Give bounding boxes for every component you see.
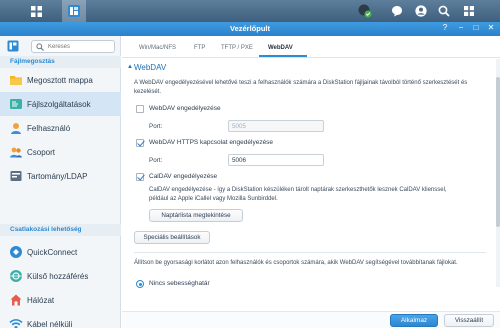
control-panel-window: Vezérlőpult ? − □ ✕ Fájlmegosztás [0,22,500,328]
tab-ftp[interactable]: FTP [194,45,205,51]
reset-button[interactable]: Visszaállít [444,314,494,327]
enable-webdav-label: WebDAV engedélyezése [149,105,221,112]
notifications-button[interactable] [389,3,405,19]
grid-icon [30,5,42,17]
enable-caldav-checkbox[interactable] [136,173,144,181]
apply-button[interactable]: Alkalmaz [390,314,438,327]
search-icon [438,5,450,17]
webdav-content: ▲ WebDAV A WebDAV engedélyezésével lehet… [122,59,496,288]
collapse-icon[interactable]: ▲ [127,64,133,70]
taskbar-control-panel-button[interactable] [62,0,86,22]
close-icon[interactable]: ✕ [486,23,496,32]
section-title: WebDAV [134,63,167,72]
enable-https-label: WebDAV HTTPS kapcsolat engedélyezése [149,139,274,146]
search-icon [36,43,44,51]
enable-caldav-label: CalDAV engedélyezése [149,173,218,180]
sidebar-item-label: Kábel nélküli [27,319,73,328]
sidebar-item-label: QuickConnect [27,247,78,257]
maximize-icon[interactable]: □ [471,23,481,32]
sidebar-item-shared-folder[interactable]: Megosztott mappa [0,68,121,92]
rate-limit-description: Állítson be gyorsasági korlátot azon fel… [134,260,458,266]
sidebar-item-user[interactable]: Felhasználó [0,116,121,140]
sidebar-item-quickconnect[interactable]: QuickConnect [0,240,121,264]
webdav-port-input[interactable]: 5005 [228,120,324,132]
window-titlebar[interactable]: Vezérlőpult ? − □ ✕ [0,22,500,36]
widgets-icon [464,6,474,16]
user-icon [415,5,427,17]
sidebar-item-network[interactable]: Hálózat [0,288,121,312]
sidebar-header [0,36,121,56]
section-divider [134,252,486,253]
search-input[interactable] [48,42,112,52]
window-title: Vezérlőpult [229,24,270,33]
help-icon[interactable]: ? [440,23,450,32]
footer: Alkalmaz Visszaállít [122,311,500,328]
sidebar-item-label: Megosztott mappa [27,75,93,85]
main-menu-button[interactable] [24,0,48,22]
taskbar [0,0,500,22]
wireless-icon [9,319,23,328]
group-icon [10,147,22,158]
sidebar-item-group[interactable]: Csoport [0,140,121,164]
tab-webdav[interactable]: WebDAV [268,45,293,51]
search-box[interactable] [31,40,115,53]
minimize-icon[interactable]: − [456,23,466,32]
user-icon [11,123,21,134]
webdav-description: A WebDAV engedélyezésével lehetővé teszi… [134,80,468,95]
advanced-settings-button[interactable]: Speciális beállítások [134,231,210,244]
sidebar-item-label: Hálózat [27,295,55,305]
caldav-description: CalDAV engedélyezése - így a DiskStation… [149,187,447,202]
port-label: Port: [149,123,163,130]
https-port-input[interactable]: 5006 [228,154,324,166]
chat-icon [392,6,402,17]
enable-webdav-checkbox[interactable] [136,105,144,113]
user-menu-button[interactable] [413,3,429,19]
active-tab-indicator [259,55,307,57]
tab-tftp-pxe[interactable]: TFTP / PXE [221,45,253,51]
view-calendar-list-button[interactable]: Naptárlista megtekintése [149,209,243,222]
sidebar-item-label: Külső hozzáférés [27,271,89,281]
network-icon [10,294,22,306]
section-file-sharing[interactable]: Fájlmegosztás [0,56,121,68]
folder-icon [10,76,22,85]
sidebar-item-wireless[interactable]: Kábel nélküli [0,312,121,328]
sidebar-item-label: Tartomány/LDAP [27,171,88,181]
file-services-icon [10,99,22,109]
control-panel-icon [68,5,80,17]
scrollbar[interactable] [496,59,500,287]
external-access-icon [10,270,22,282]
home-icon[interactable] [7,40,19,52]
sync-status-button[interactable] [357,3,373,19]
main-panel: Win/Mac/NFS FTP TFTP / PXE WebDAV ▲ WebD… [122,36,500,328]
scrollbar-thumb[interactable] [496,77,500,227]
section-connectivity[interactable]: Csatlakozási lehetőség [0,224,121,236]
sidebar-item-file-services[interactable]: Fájlszolgáltatások [0,92,121,116]
sidebar: Fájlmegosztás Megosztott mappa Fájlszolg… [0,36,121,328]
sidebar-item-label: Felhasználó [27,123,71,133]
sync-check-icon [358,4,372,18]
no-rate-limit-radio[interactable] [136,280,144,288]
no-rate-limit-label: Nincs sebességhatár [149,280,210,287]
quickconnect-icon [10,246,22,258]
sidebar-item-domain-ldap[interactable]: Tartomány/LDAP [0,164,121,188]
search-button[interactable] [436,3,452,19]
tab-win-mac-nfs[interactable]: Win/Mac/NFS [139,45,176,51]
sidebar-item-label: Csoport [27,147,56,157]
domain-ldap-icon [10,171,22,181]
widgets-button[interactable] [461,3,477,19]
tab-bar: Win/Mac/NFS FTP TFTP / PXE WebDAV [122,36,500,58]
sidebar-item-external-access[interactable]: Külső hozzáférés [0,264,121,288]
enable-https-checkbox[interactable] [136,139,144,147]
port-label: Port: [149,157,163,164]
sidebar-item-label: Fájlszolgáltatások [27,99,91,109]
